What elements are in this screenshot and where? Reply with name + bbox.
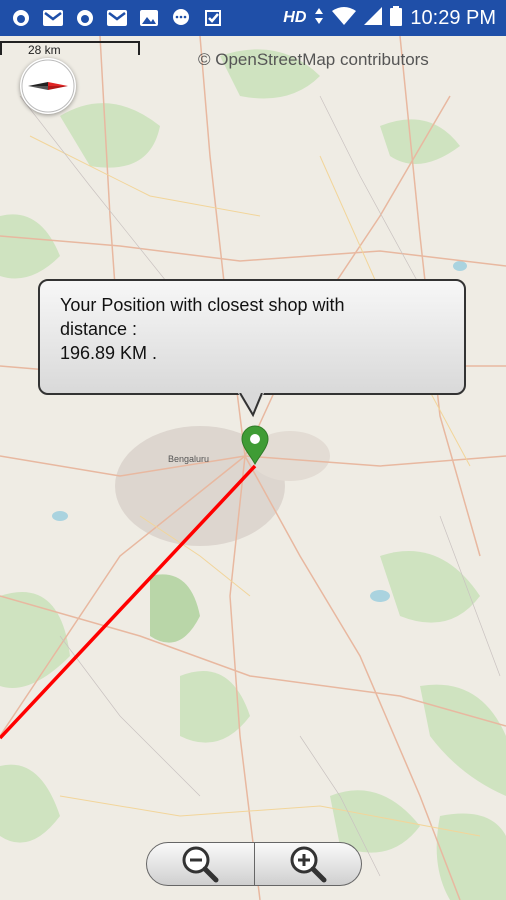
network-type: HD	[283, 9, 307, 26]
map-view[interactable]: Bengaluru 28 km © OpenStreetMap contribu…	[0, 36, 506, 900]
zoom-in-icon	[290, 846, 327, 883]
callout-line-1: Your Position with closest shop with	[60, 295, 345, 315]
compass-button[interactable]	[20, 58, 76, 114]
chat-icon	[170, 9, 192, 27]
gmail-icon-2	[106, 9, 128, 27]
callout-line-3: 196.89 KM .	[60, 343, 158, 363]
app-notification-icon-2	[74, 9, 96, 27]
scale-label: 28 km	[28, 43, 61, 57]
callout-line-2: distance :	[60, 319, 138, 339]
gmail-icon	[42, 9, 64, 27]
position-marker[interactable]	[240, 425, 270, 466]
city-label: Bengaluru	[168, 454, 210, 464]
zoom-out-button[interactable]	[146, 842, 255, 886]
info-callout: Your Position with closest shop with dis…	[38, 279, 468, 418]
battery-icon	[390, 5, 403, 31]
app-notification-icon	[10, 9, 32, 27]
zoom-in-button[interactable]	[254, 842, 362, 886]
compass-icon	[21, 59, 75, 113]
clock: 10:29 PM	[410, 6, 496, 29]
status-bar: HD 10:29 PM	[0, 0, 506, 36]
location-pin-icon	[241, 425, 269, 466]
callout-text: Your Position with closest shop with dis…	[60, 293, 440, 365]
system-icons: HD 10:29 PM	[283, 5, 506, 31]
map-tiles	[0, 36, 506, 900]
signal-icon	[364, 6, 383, 30]
task-icon	[202, 9, 224, 27]
notification-icons	[0, 9, 224, 27]
zoom-controls	[146, 842, 362, 886]
data-arrows-icon	[314, 7, 324, 30]
zoom-out-icon	[182, 846, 219, 883]
map-attribution: © OpenStreetMap contributors	[198, 50, 429, 69]
scale-bar: 28 km	[0, 39, 140, 59]
scale-bar-line	[0, 41, 140, 55]
image-icon	[138, 9, 160, 27]
wifi-icon	[332, 6, 357, 30]
callout-pointer	[238, 393, 264, 418]
